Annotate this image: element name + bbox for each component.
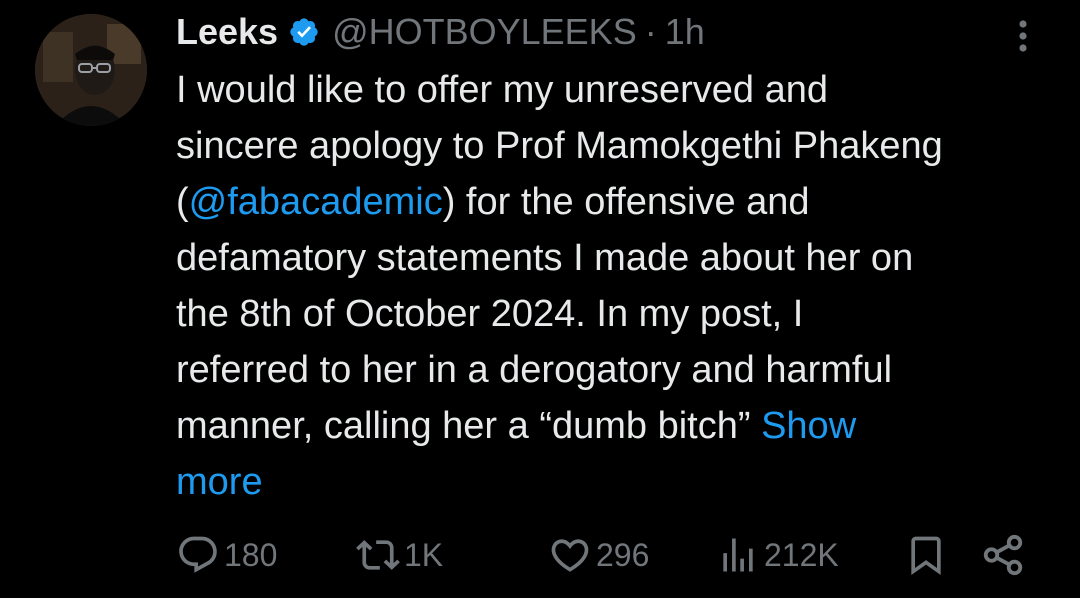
tweet-text-fragment: manner, calling her a “dumb bitch” bbox=[176, 405, 762, 447]
author-name[interactable]: Leeks bbox=[176, 11, 278, 53]
avatar-image bbox=[35, 14, 147, 126]
author-handle[interactable]: @HOTBOYLEEKS bbox=[332, 11, 637, 53]
tweet-text-line: manner, calling her a “dumb bitch” Show bbox=[176, 398, 1056, 454]
tweet-body: I would like to offer my unreserved and … bbox=[176, 62, 1056, 510]
views-chart-icon bbox=[723, 538, 753, 572]
like-button[interactable]: 296 bbox=[548, 530, 649, 580]
more-options-icon[interactable] bbox=[1008, 16, 1038, 56]
show-more-link-continued[interactable]: more bbox=[176, 454, 1056, 510]
tweet-text-fragment: ) for the offensive and bbox=[442, 181, 810, 223]
show-more-link[interactable]: Show bbox=[761, 405, 856, 447]
tweet-text-line: (@fabacademic) for the offensive and bbox=[176, 174, 1056, 230]
heart-icon bbox=[551, 539, 589, 572]
bookmark-icon bbox=[911, 536, 941, 576]
repost-icon bbox=[356, 540, 400, 570]
views-count: 212K bbox=[764, 536, 839, 573]
like-count: 296 bbox=[596, 536, 650, 573]
repost-count: 1K bbox=[404, 536, 444, 573]
reply-button[interactable]: 180 bbox=[176, 530, 277, 580]
repost-button[interactable]: 1K bbox=[356, 530, 443, 580]
tweet-header: Leeks @HOTBOYLEEKS · 1h bbox=[176, 8, 705, 56]
reply-count: 180 bbox=[224, 536, 278, 573]
tweet-text-line: sincere apology to Prof Mamokgethi Phake… bbox=[176, 125, 943, 167]
reply-icon bbox=[179, 536, 217, 573]
bookmark-button[interactable] bbox=[904, 530, 948, 580]
tweet-text-line: referred to her in a derogatory and harm… bbox=[176, 349, 893, 391]
tweet-text-line: I would like to offer my unreserved and bbox=[176, 69, 828, 111]
share-icon bbox=[983, 534, 1023, 576]
tweet-actions: 180 1K 296 212K bbox=[0, 530, 1080, 580]
mention-link[interactable]: @fabacademic bbox=[189, 181, 443, 223]
timestamp[interactable]: 1h bbox=[665, 11, 705, 53]
avatar[interactable] bbox=[35, 14, 147, 126]
share-button[interactable] bbox=[980, 530, 1026, 580]
verified-badge-icon[interactable] bbox=[288, 16, 320, 48]
tweet-text-line: the 8th of October 2024. In my post, I bbox=[176, 293, 804, 335]
views-button[interactable]: 212K bbox=[716, 530, 839, 580]
header-separator: · bbox=[644, 11, 657, 52]
tweet-text-line: defamatory statements I made about her o… bbox=[176, 237, 914, 279]
paren-open: ( bbox=[176, 181, 189, 223]
